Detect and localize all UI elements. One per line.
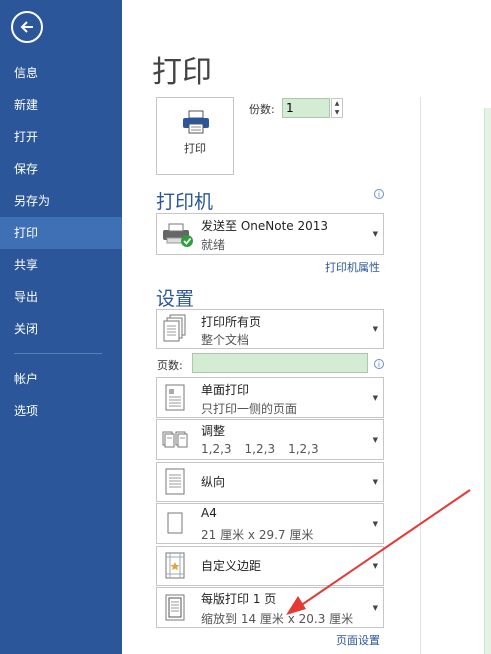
annotation-arrow	[286, 489, 471, 615]
